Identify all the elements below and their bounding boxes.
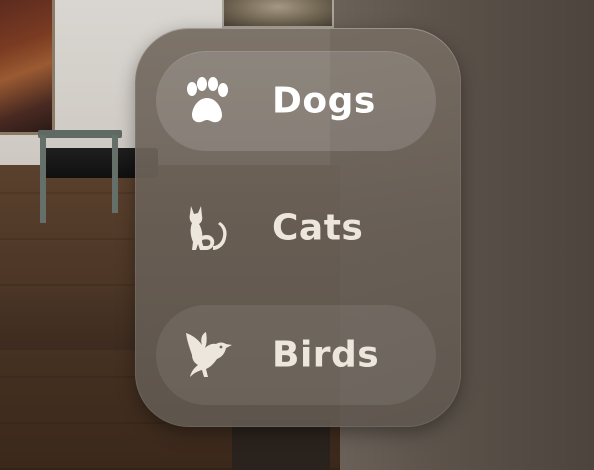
wall-painting [0,0,55,135]
menu-item-cats[interactable]: Cats [156,178,436,278]
framed-picture [222,0,334,28]
floor-platform [0,290,150,350]
animal-menu-panel: Dogs Cats Birds [135,28,461,427]
bench-leg [112,135,118,213]
bench-frame [38,130,122,138]
paw-icon [187,77,228,123]
cat-icon [189,206,227,250]
menu-item-dogs[interactable]: Dogs [156,51,436,151]
bird-icon [186,332,232,377]
menu-item-birds[interactable]: Birds [156,305,436,405]
menu-item-label: Birds [272,334,380,376]
menu-item-label: Dogs [272,80,376,122]
menu-item-label: Cats [272,207,364,249]
stand-post [232,420,330,470]
bench-leg [40,135,46,223]
